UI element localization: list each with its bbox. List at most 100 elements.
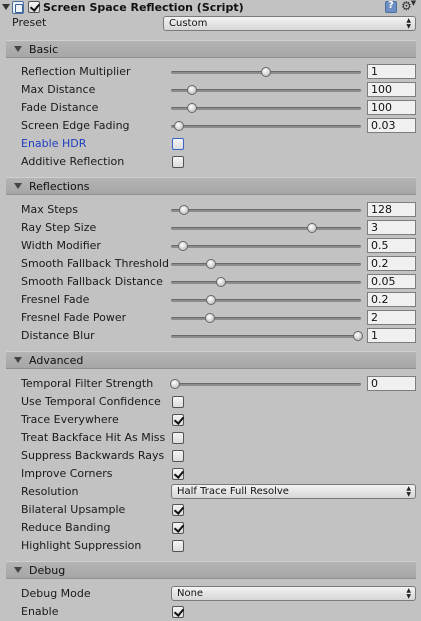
max-distance-field[interactable]: 100: [367, 82, 416, 97]
max-distance-label: Max Distance: [21, 83, 96, 96]
use-temporal-confidence-checkbox[interactable]: [172, 396, 184, 408]
ray-step-size-slider-track[interactable]: [171, 227, 361, 230]
highlight-suppression-checkbox[interactable]: [172, 540, 184, 552]
improve-corners-checkbox[interactable]: [172, 468, 184, 480]
section-foldout-icon: [14, 183, 22, 189]
section-foldout-icon: [14, 357, 22, 363]
temporal-filter-strength-label: Temporal Filter Strength: [21, 377, 154, 390]
ray-step-size-slider-thumb[interactable]: [307, 223, 317, 233]
ray-step-size-field[interactable]: 3: [367, 220, 416, 235]
use-temporal-confidence-label: Use Temporal Confidence: [21, 395, 161, 408]
section-header-debug[interactable]: Debug: [6, 561, 416, 579]
fade-distance-field[interactable]: 100: [367, 100, 416, 115]
preset-value: Custom: [169, 18, 208, 29]
screen-edge-fading-field[interactable]: 0.03: [367, 118, 416, 133]
width-modifier-label: Width Modifier: [21, 239, 101, 252]
temporal-filter-strength-field[interactable]: 0: [367, 376, 416, 391]
smooth-fallback-distance-slider-thumb[interactable]: [216, 277, 226, 287]
reflection-multiplier-field[interactable]: 1: [367, 64, 416, 79]
max-steps-label: Max Steps: [21, 203, 79, 216]
section-title: Debug: [29, 564, 66, 577]
distance-blur-slider-thumb[interactable]: [353, 331, 363, 341]
reduce-banding-checkbox[interactable]: [172, 522, 184, 534]
fade-distance-label: Fade Distance: [21, 101, 99, 114]
preset-label: Preset: [12, 16, 47, 29]
foldout-arrow-icon[interactable]: [2, 4, 10, 10]
ray-step-size-label: Ray Step Size: [21, 221, 97, 234]
dropdown-arrows-icon: ▲ ▼: [406, 587, 411, 600]
max-steps-field[interactable]: 128: [367, 202, 416, 217]
fresnel-fade-slider-thumb[interactable]: [206, 295, 216, 305]
section-foldout-icon: [14, 46, 22, 52]
dropdown-arrows-icon: ▲ ▼: [406, 485, 411, 498]
fade-distance-slider-thumb[interactable]: [187, 103, 197, 113]
resolution-dropdown[interactable]: Half Trace Full Resolve ▲ ▼: [171, 484, 416, 499]
temporal-filter-strength-slider-thumb[interactable]: [170, 379, 180, 389]
bilateral-upsample-checkbox[interactable]: [172, 504, 184, 516]
treat-backface-hit-as-miss-label: Treat Backface Hit As Miss: [21, 431, 166, 444]
width-modifier-slider-track[interactable]: [171, 245, 361, 248]
max-steps-slider-thumb[interactable]: [179, 205, 189, 215]
additive-reflection-label: Additive Reflection: [21, 155, 125, 168]
gear-icon[interactable]: ⚙▼: [401, 0, 416, 13]
fresnel-fade-power-field[interactable]: 2: [367, 310, 416, 325]
trace-everywhere-label: Trace Everywhere: [21, 413, 119, 426]
max-steps-slider-track[interactable]: [171, 209, 361, 212]
max-distance-slider-thumb[interactable]: [187, 85, 197, 95]
width-modifier-slider-thumb[interactable]: [178, 241, 188, 251]
reduce-banding-label: Reduce Banding: [21, 521, 111, 534]
distance-blur-label: Distance Blur: [21, 329, 95, 342]
enable-hdr-label: Enable HDR: [21, 137, 87, 150]
help-icon[interactable]: [385, 0, 397, 13]
section-foldout-icon: [14, 567, 22, 573]
fresnel-fade-power-slider-thumb[interactable]: [205, 313, 215, 323]
smooth-fallback-distance-slider-track[interactable]: [171, 281, 361, 284]
section-title: Reflections: [29, 180, 90, 193]
suppress-backwards-rays-checkbox[interactable]: [172, 450, 184, 462]
suppress-backwards-rays-label: Suppress Backwards Rays: [21, 449, 165, 462]
temporal-filter-strength-slider-track[interactable]: [171, 383, 361, 386]
section-header-advanced[interactable]: Advanced: [6, 351, 416, 369]
screen-edge-fading-slider-track[interactable]: [171, 125, 361, 128]
reflection-multiplier-slider-thumb[interactable]: [261, 67, 271, 77]
fresnel-fade-slider-track[interactable]: [171, 299, 361, 302]
debug-mode-value: None: [177, 588, 204, 599]
width-modifier-field[interactable]: 0.5: [367, 238, 416, 253]
max-distance-slider-track[interactable]: [171, 89, 361, 92]
section-header-basic[interactable]: Basic: [6, 40, 416, 58]
reflection-multiplier-label: Reflection Multiplier: [21, 65, 131, 78]
smooth-fallback-distance-label: Smooth Fallback Distance: [21, 275, 163, 288]
dropdown-arrows-icon: ▲ ▼: [406, 17, 411, 30]
fade-distance-slider-track[interactable]: [171, 107, 361, 110]
script-icon: [12, 1, 24, 14]
smooth-fallback-distance-field[interactable]: 0.05: [367, 274, 416, 289]
trace-everywhere-checkbox[interactable]: [172, 414, 184, 426]
section-header-reflections[interactable]: Reflections: [6, 177, 416, 195]
component-header: Screen Space Reflection (Script) ⚙▼: [0, 0, 421, 16]
fresnel-fade-power-label: Fresnel Fade Power: [21, 311, 127, 324]
fresnel-fade-field[interactable]: 0.2: [367, 292, 416, 307]
debug-enable-checkbox[interactable]: [172, 606, 184, 618]
resolution-label: Resolution: [21, 485, 79, 498]
screen-edge-fading-label: Screen Edge Fading: [21, 119, 130, 132]
distance-blur-slider-track[interactable]: [171, 335, 361, 338]
preset-dropdown[interactable]: Custom ▲ ▼: [163, 16, 416, 31]
component-enabled-checkbox[interactable]: [28, 1, 40, 13]
distance-blur-field[interactable]: 1: [367, 328, 416, 343]
bilateral-upsample-label: Bilateral Upsample: [21, 503, 126, 516]
screen-edge-fading-slider-thumb[interactable]: [174, 121, 184, 131]
resolution-value: Half Trace Full Resolve: [177, 486, 289, 497]
section-title: Advanced: [29, 354, 84, 367]
highlight-suppression-label: Highlight Suppression: [21, 539, 142, 552]
debug-mode-label: Debug Mode: [21, 587, 91, 600]
section-title: Basic: [29, 43, 59, 56]
additive-reflection-checkbox[interactable]: [172, 156, 184, 168]
enable-hdr-checkbox[interactable]: [172, 138, 184, 150]
treat-backface-hit-as-miss-checkbox[interactable]: [172, 432, 184, 444]
debug-enable-label: Enable: [21, 605, 59, 618]
smooth-fallback-threshold-slider-thumb[interactable]: [206, 259, 216, 269]
debug-mode-dropdown[interactable]: None ▲ ▼: [171, 586, 416, 601]
fresnel-fade-power-slider-track[interactable]: [171, 317, 361, 320]
smooth-fallback-threshold-slider-track[interactable]: [171, 263, 361, 266]
smooth-fallback-threshold-field[interactable]: 0.2: [367, 256, 416, 271]
